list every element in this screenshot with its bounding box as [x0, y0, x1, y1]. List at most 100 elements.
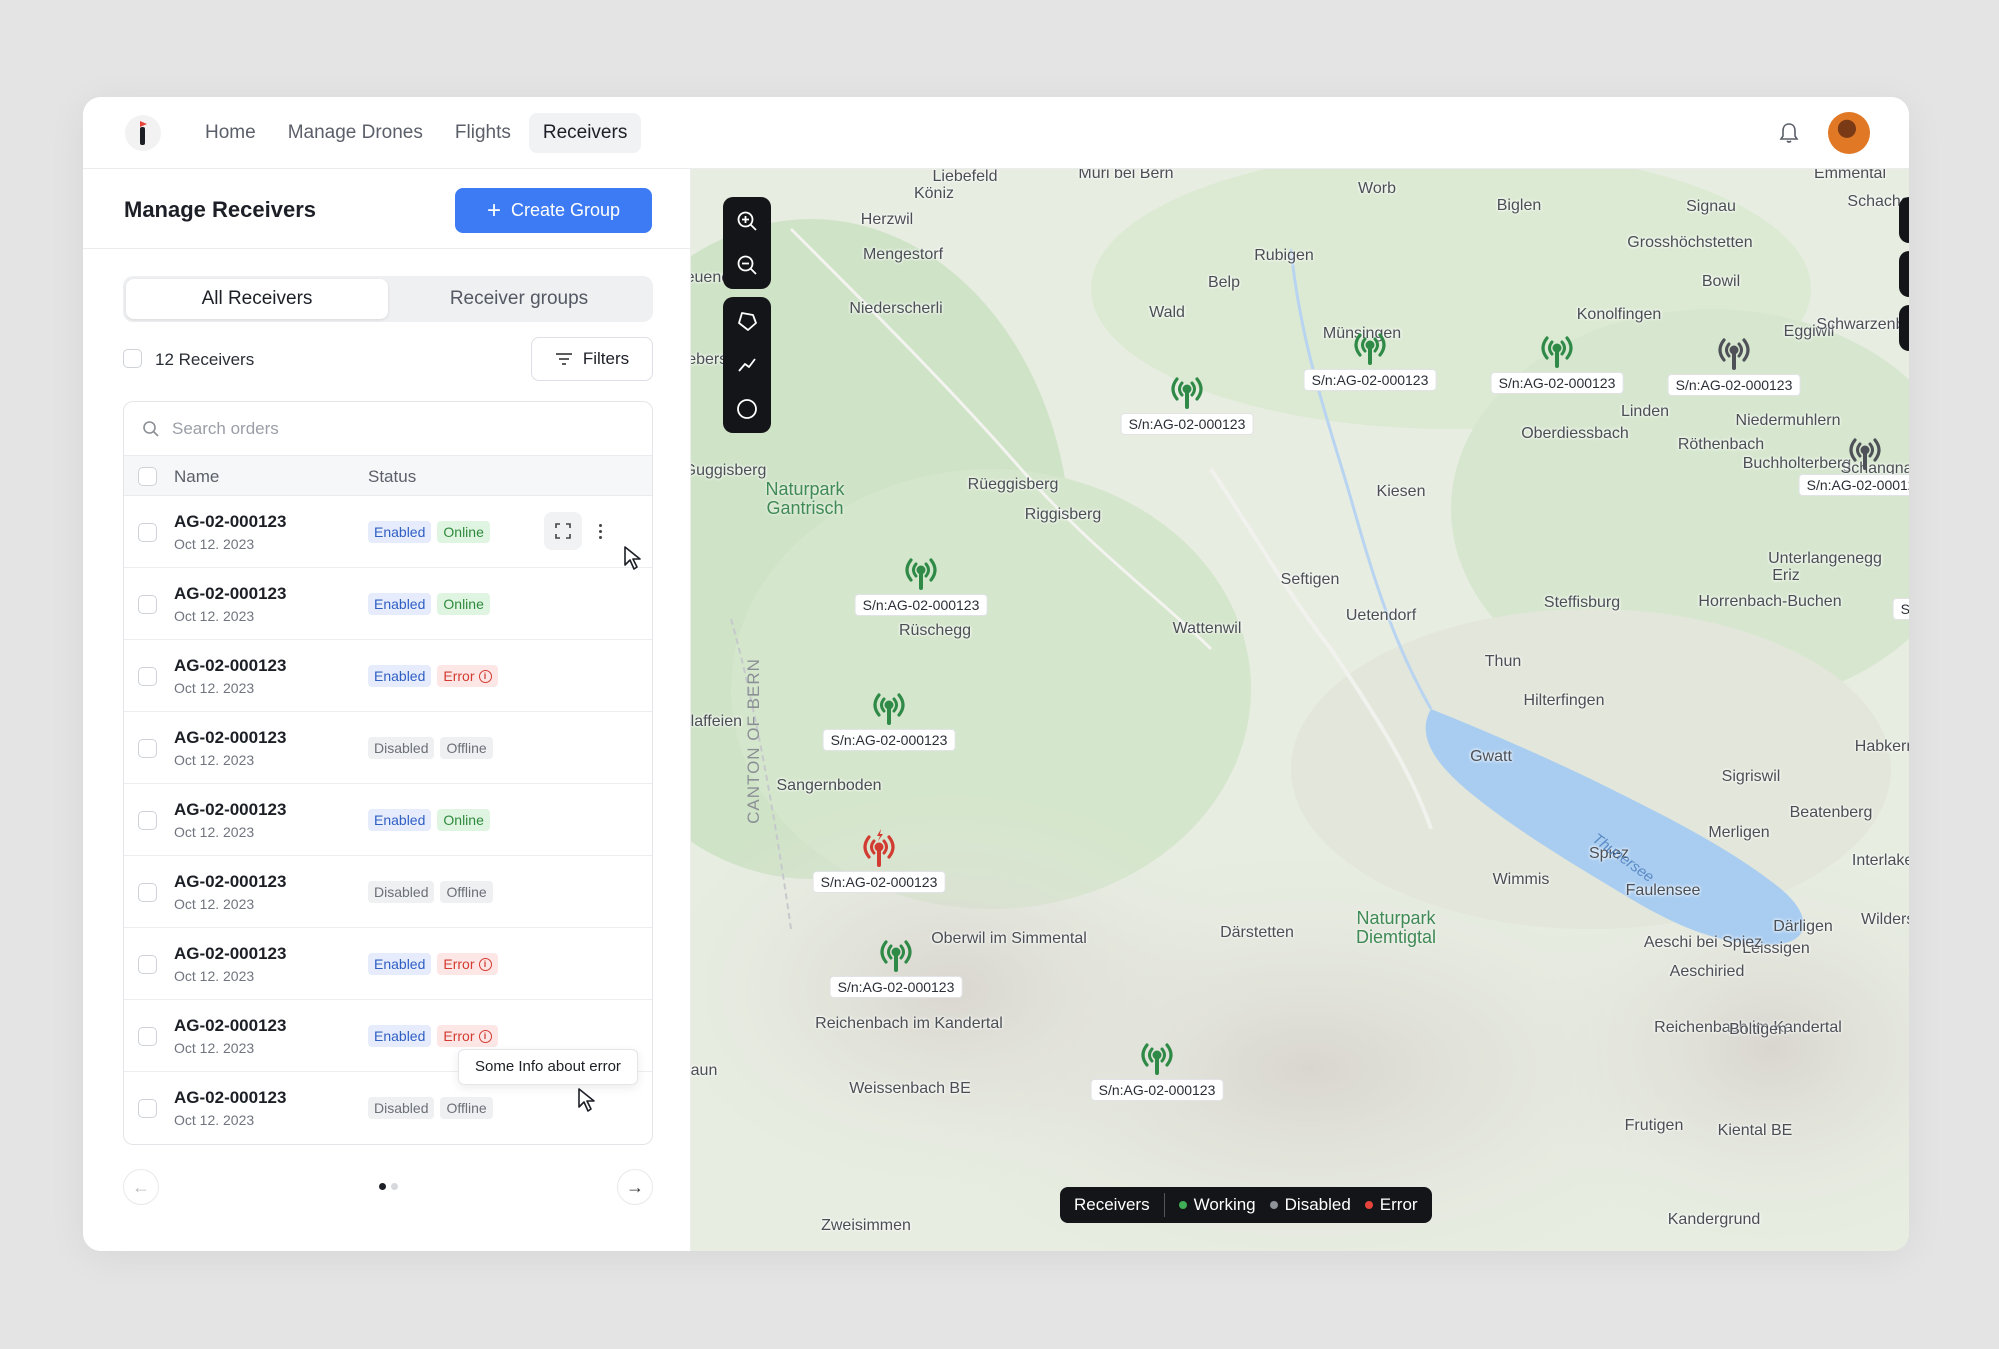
place-label: Zweisimmen — [821, 1217, 911, 1234]
line-tool-button[interactable] — [723, 343, 771, 387]
row-checkbox[interactable] — [138, 811, 157, 830]
row-checkbox[interactable] — [138, 595, 157, 614]
table-row[interactable]: AG-02-000123 Oct 12. 2023 Enabled Error i — [124, 928, 652, 1000]
row-checkbox[interactable] — [138, 739, 157, 758]
prev-page-button[interactable]: ← — [123, 1169, 159, 1205]
receiver-marker-disabled[interactable] — [1841, 432, 1889, 476]
circle-tool-button[interactable] — [723, 387, 771, 431]
status-badges: Enabled Error i — [368, 953, 498, 975]
receiver-marker-working[interactable] — [872, 934, 920, 978]
place-label: Interlaken — [1851, 852, 1909, 869]
more-options-button[interactable] — [590, 512, 610, 550]
receiver-name: AG-02-000123 — [174, 584, 287, 603]
row-checkbox[interactable] — [138, 523, 157, 542]
page-dot[interactable] — [391, 1183, 398, 1190]
place-label: Kiesen — [1376, 483, 1426, 500]
plus-icon: + — [486, 196, 501, 224]
filter-icon — [555, 353, 572, 365]
receiver-marker-working[interactable] — [1346, 327, 1394, 371]
place-label: Faulensee — [1625, 882, 1701, 899]
polygon-tool-button[interactable] — [723, 299, 771, 343]
receiver-marker-label: S/n:AG-02-000123 — [1667, 374, 1801, 396]
tab-receiver-groups[interactable]: Receiver groups — [388, 279, 650, 319]
row-checkbox[interactable] — [138, 955, 157, 974]
receiver-count: 12 Receivers — [155, 350, 255, 369]
zoom-out-button[interactable] — [723, 243, 771, 287]
search-icon — [143, 420, 159, 437]
tab-all-receivers[interactable]: All Receivers — [126, 279, 388, 319]
place-label: Beatenberg — [1789, 804, 1873, 821]
status-badge: Error i — [437, 665, 498, 687]
receiver-marker-working[interactable] — [1133, 1037, 1181, 1081]
receiver-marker-error[interactable] — [855, 829, 903, 873]
status-badges: Disabled Offline — [368, 737, 493, 759]
receiver-marker-working[interactable] — [1163, 371, 1211, 415]
search-input[interactable] — [172, 418, 572, 439]
page-dot[interactable] — [379, 1183, 386, 1190]
top-nav-bar: Home Manage Drones Flights Receivers — [83, 97, 1909, 169]
app-window: Home Manage Drones Flights Receivers Man… — [83, 97, 1909, 1251]
info-icon[interactable]: i — [478, 957, 492, 971]
map-layers-button[interactable] — [1899, 251, 1909, 297]
status-badge: Error i — [437, 1025, 498, 1047]
table-row[interactable]: AG-02-000123 Oct 12. 2023 Enabled Online — [124, 496, 652, 568]
row-checkbox[interactable] — [138, 1099, 157, 1118]
nav-receivers[interactable]: Receivers — [528, 113, 642, 153]
receiver-marker-working[interactable] — [865, 687, 913, 731]
row-checkbox[interactable] — [138, 667, 157, 686]
receiver-date: Oct 12. 2023 — [174, 536, 255, 552]
table-row[interactable]: AG-02-000123 Oct 12. 2023 Disabled Offline — [124, 856, 652, 928]
next-page-button[interactable]: → — [617, 1169, 653, 1205]
state-badge: Disabled — [368, 737, 435, 759]
info-icon[interactable]: i — [478, 1029, 492, 1043]
place-label: Grosshöchstetten — [1627, 234, 1753, 251]
place-label: Guggisberg — [691, 462, 767, 479]
filters-button[interactable]: Filters — [531, 337, 653, 381]
place-label: Frutigen — [1624, 1117, 1684, 1134]
state-badge: Disabled — [368, 881, 435, 903]
header-checkbox[interactable] — [138, 467, 157, 486]
nav-home[interactable]: Home — [191, 113, 270, 153]
status-badges: Enabled Error i — [368, 665, 498, 687]
place-label: Oberdiessbach — [1521, 425, 1629, 442]
zoom-in-button[interactable] — [723, 199, 771, 243]
select-all-checkbox[interactable] — [123, 349, 142, 368]
place-label: Oberwil im Simmental — [931, 930, 1087, 947]
info-icon[interactable]: i — [478, 669, 492, 683]
receiver-marker-label: S/n:AG-02-000123 — [1090, 1079, 1224, 1101]
logo[interactable] — [123, 113, 163, 153]
avatar[interactable] — [1828, 112, 1870, 154]
place-label: Därstetten — [1220, 924, 1294, 941]
place-label: Rubigen — [1254, 247, 1314, 264]
place-label: Steffisburg — [1543, 594, 1621, 611]
expand-button[interactable] — [544, 512, 582, 550]
receiver-marker-disabled[interactable] — [1710, 332, 1758, 376]
table-row[interactable]: AG-02-000123 Oct 12. 2023 Disabled Offline — [124, 712, 652, 784]
receiver-marker-label: S/n:AG-02-000123 — [822, 729, 956, 751]
place-label: Horrenbach-Buchen — [1698, 593, 1842, 610]
receiver-marker-working[interactable] — [1533, 330, 1581, 374]
map-location-button[interactable] — [1899, 305, 1909, 351]
table-row[interactable]: AG-02-000123 Oct 12. 2023 Enabled Online — [124, 568, 652, 640]
map-search-button[interactable] — [1899, 197, 1909, 243]
status-badge: Online — [437, 593, 490, 615]
receiver-marker-working[interactable] — [897, 552, 945, 596]
receiver-date: Oct 12. 2023 — [174, 824, 255, 840]
arrow-right-icon: → — [626, 1176, 644, 1197]
row-checkbox[interactable] — [138, 1027, 157, 1046]
state-badge: Enabled — [368, 953, 432, 975]
status-badge-label: Error — [443, 668, 475, 684]
nav-flights[interactable]: Flights — [441, 113, 525, 153]
row-checkbox[interactable] — [138, 883, 157, 902]
create-group-button[interactable]: + Create Group — [455, 188, 652, 233]
receiver-name: AG-02-000123 — [174, 1088, 287, 1107]
table-row[interactable]: AG-02-000123 Oct 12. 2023 Enabled Online — [124, 784, 652, 856]
map-view[interactable]: Liebefeld Köniz Muri bei Bern Worb Biglen Emm… — [691, 169, 1909, 1251]
bell-icon[interactable] — [1778, 121, 1800, 145]
nav-manage-drones[interactable]: Manage Drones — [274, 113, 437, 153]
legend-label: Disabled — [1284, 1195, 1351, 1214]
table-row[interactable]: AG-02-000123 Oct 12. 2023 Enabled Error i — [124, 640, 652, 712]
place-label: Hilterfingen — [1523, 692, 1605, 709]
receiver-marker-label: S/n:AG-02-000123 — [812, 871, 946, 893]
status-badges: Disabled Offline — [368, 1097, 493, 1119]
